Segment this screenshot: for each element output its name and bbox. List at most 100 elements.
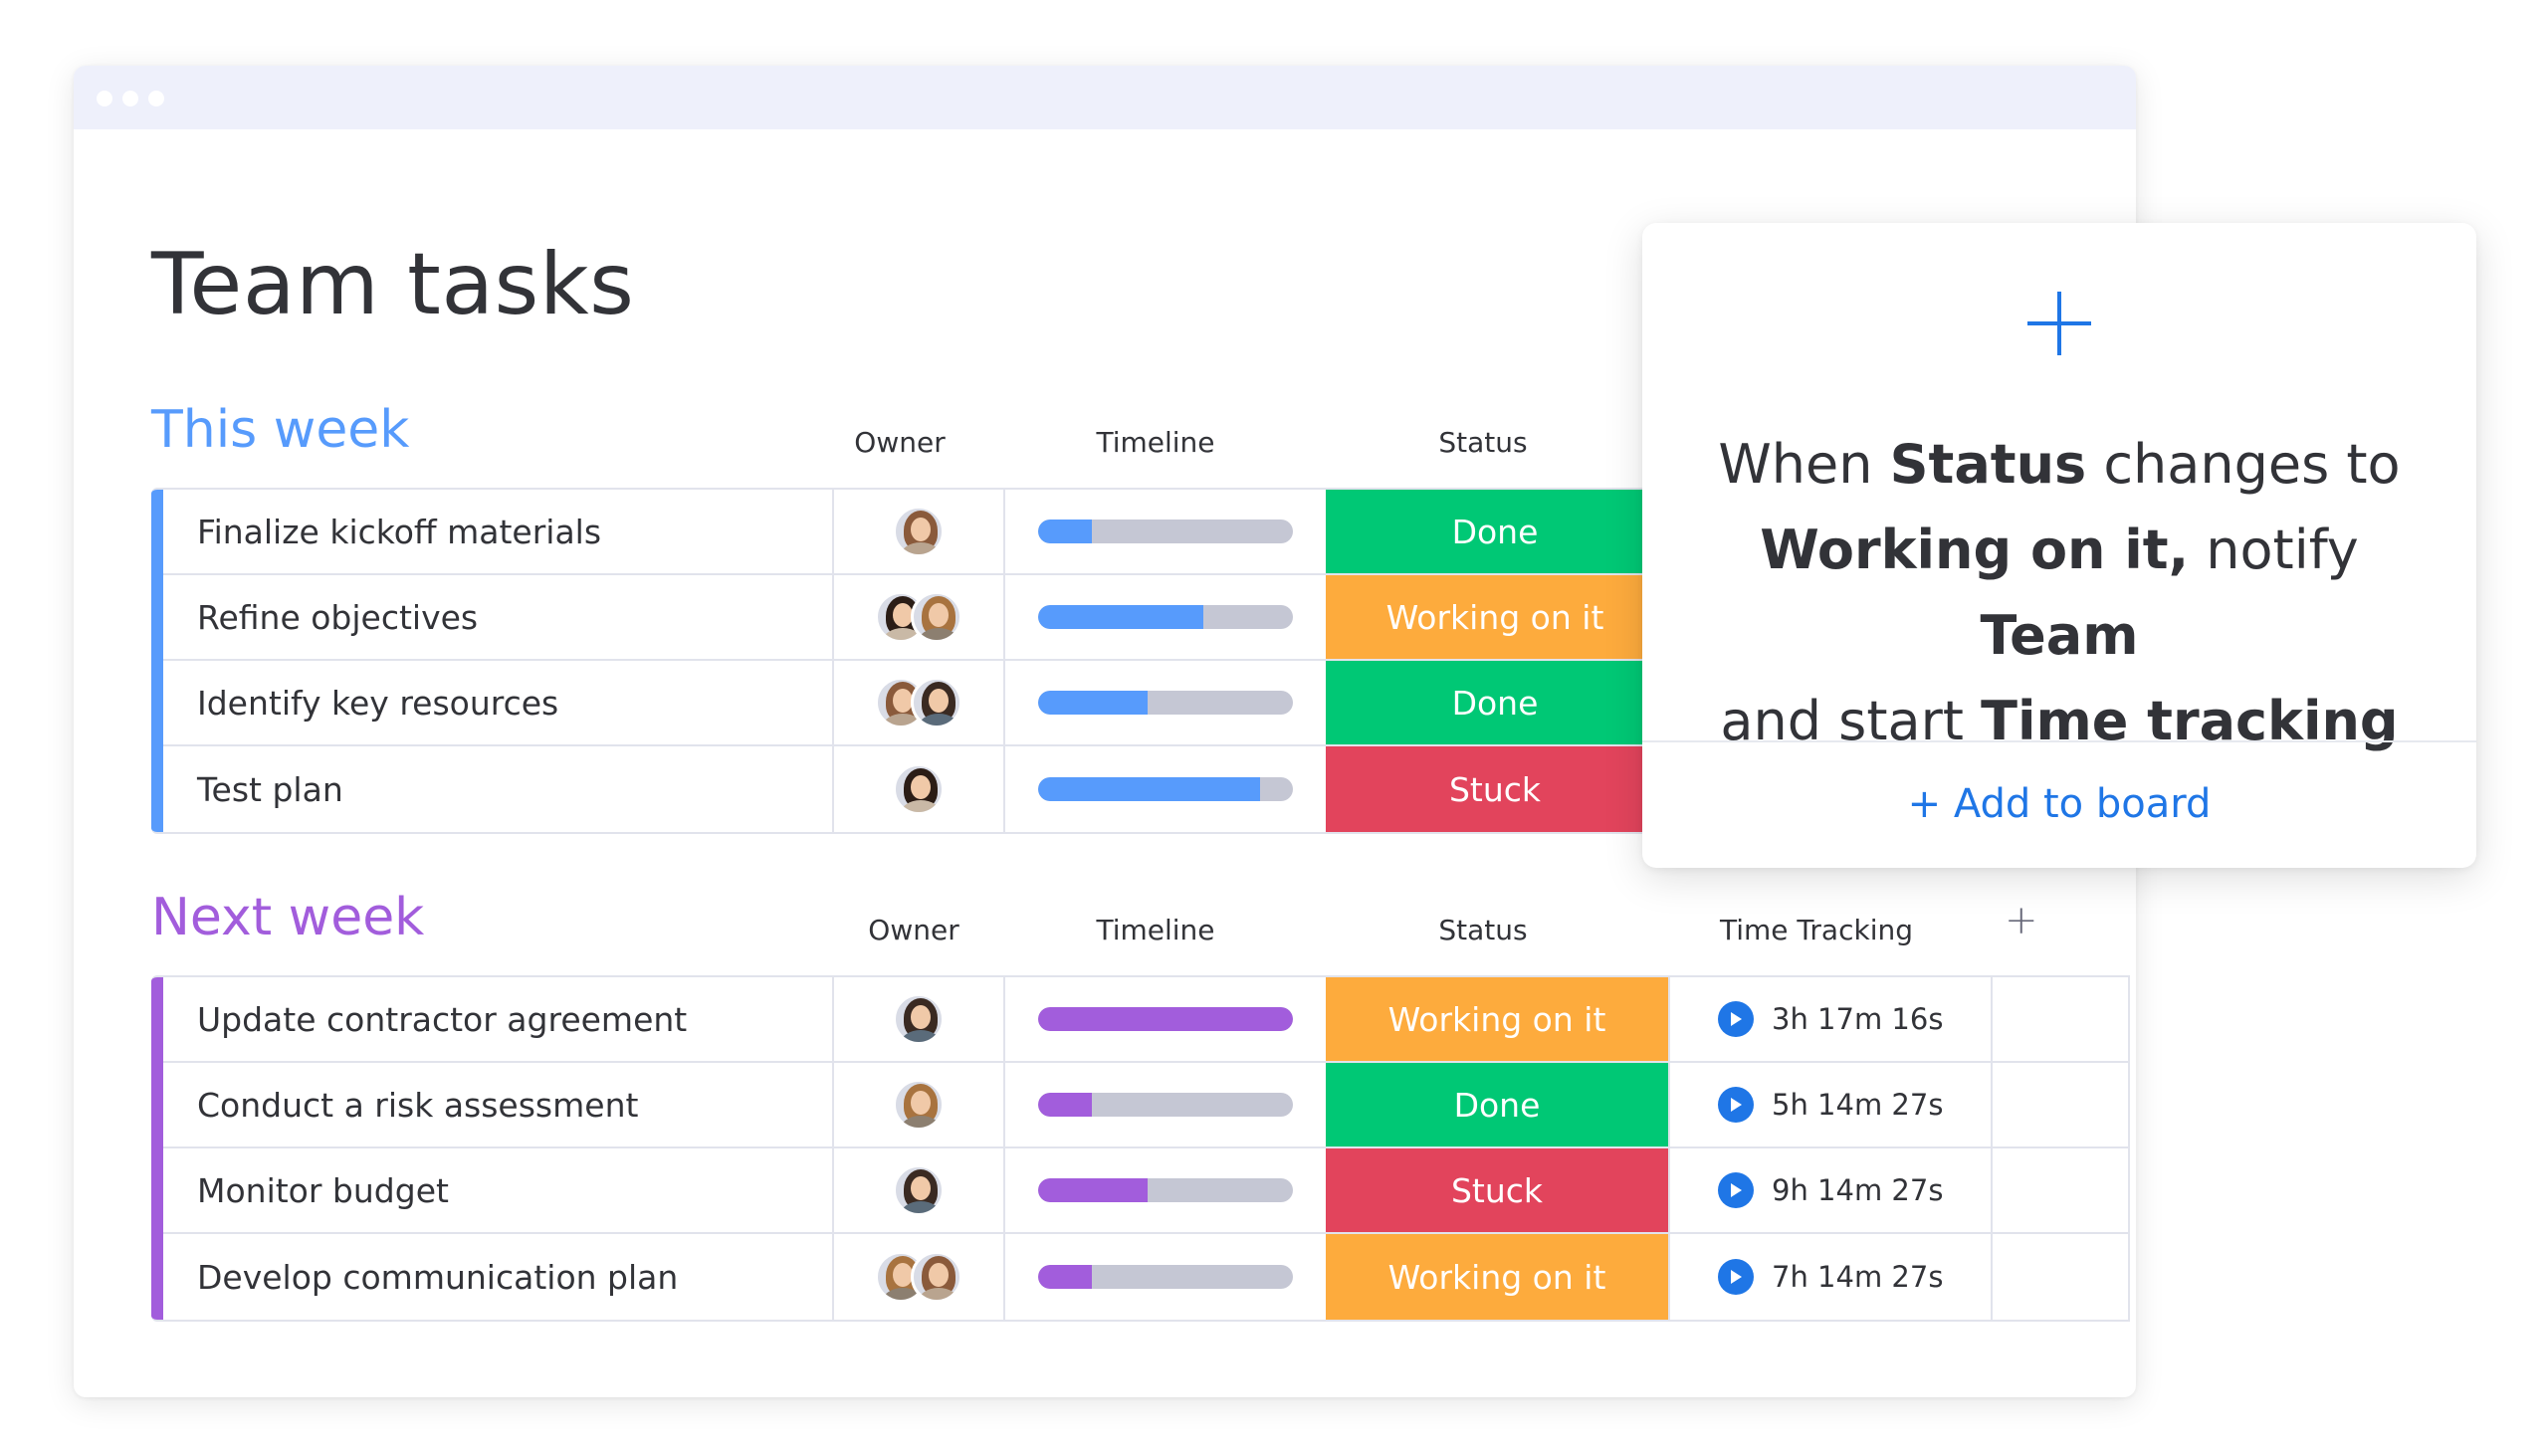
add-to-board-button[interactable]: + Add to board (1642, 740, 2476, 868)
time-tracking-cell[interactable]: 5h 14m 27s (1668, 1063, 1991, 1146)
group-table-next-week: Update contractor agreement Working on it… (151, 975, 2130, 1322)
timeline-cell[interactable] (1003, 1063, 1326, 1146)
play-icon[interactable] (1718, 1172, 1754, 1208)
group-title-next-week[interactable]: Next week (151, 888, 424, 947)
time-tracking-cell[interactable]: 9h 14m 27s (1668, 1148, 1991, 1232)
group-accent-bar (151, 490, 163, 832)
owner-cell[interactable] (832, 490, 1003, 573)
timeline-bar[interactable] (1038, 1265, 1293, 1289)
timeline-bar[interactable] (1038, 777, 1293, 801)
status-badge[interactable]: Done (1326, 1063, 1668, 1146)
avatar[interactable] (911, 1251, 962, 1303)
column-header-time-tracking[interactable]: Time Tracking (1654, 914, 1979, 946)
status-badge[interactable]: Done (1326, 661, 1662, 744)
column-header-status[interactable]: Status (1328, 426, 1638, 459)
column-header-timeline[interactable]: Timeline (1001, 426, 1310, 459)
play-icon[interactable] (1718, 1087, 1754, 1123)
owner-cell[interactable] (832, 575, 1003, 659)
avatar[interactable] (893, 1079, 945, 1131)
empty-cell[interactable] (1991, 1234, 2128, 1320)
timeline-fill (1038, 777, 1260, 801)
group-title-this-week[interactable]: This week (151, 400, 409, 460)
timeline-cell[interactable] (1003, 575, 1326, 659)
timeline-cell[interactable] (1003, 661, 1326, 744)
timeline-fill (1038, 520, 1092, 543)
empty-cell[interactable] (1991, 977, 2128, 1061)
status-badge[interactable]: Stuck (1326, 746, 1662, 832)
task-name[interactable]: Update contractor agreement (197, 977, 687, 1061)
avatar[interactable] (893, 506, 945, 557)
timeline-fill (1038, 605, 1204, 629)
task-name[interactable]: Monitor budget (197, 1148, 449, 1232)
task-name[interactable]: Test plan (197, 746, 343, 832)
owner-cell[interactable] (832, 1148, 1003, 1232)
avatar[interactable] (911, 677, 962, 728)
avatar[interactable] (893, 993, 945, 1045)
timeline-bar[interactable] (1038, 691, 1293, 715)
timeline-bar[interactable] (1038, 1007, 1293, 1031)
window-dot-icon (122, 91, 138, 106)
timeline-bar[interactable] (1038, 605, 1293, 629)
table-row[interactable]: Conduct a risk assessment Done 5h 14m 27s (163, 1063, 2128, 1148)
task-name[interactable]: Develop communication plan (197, 1234, 678, 1320)
column-header-owner[interactable]: Owner (850, 426, 950, 459)
task-name[interactable]: Identify key resources (197, 661, 558, 744)
timeline-cell[interactable] (1003, 1148, 1326, 1232)
table-row[interactable]: Update contractor agreement Working on it… (163, 977, 2128, 1063)
avatar[interactable] (893, 1164, 945, 1216)
table-row[interactable]: Identify key resources Done (163, 661, 1662, 746)
status-badge[interactable]: Done (1326, 490, 1662, 573)
task-name[interactable]: Conduct a risk assessment (197, 1063, 638, 1146)
status-badge[interactable]: Working on it (1326, 575, 1662, 659)
timeline-bar[interactable] (1038, 520, 1293, 543)
recipe-text: notify (2189, 519, 2359, 581)
column-header-timeline[interactable]: Timeline (1001, 914, 1310, 946)
play-icon[interactable] (1718, 1001, 1754, 1037)
timeline-cell[interactable] (1003, 1234, 1326, 1320)
task-name[interactable]: Finalize kickoff materials (197, 490, 601, 573)
time-value: 9h 14m 27s (1772, 1173, 1944, 1207)
add-column-plus-icon[interactable]: + (2005, 898, 2038, 943)
time-tracking-cell[interactable]: 7h 14m 27s (1668, 1234, 1991, 1320)
owner-cell[interactable] (832, 977, 1003, 1061)
avatar[interactable] (911, 591, 962, 643)
table-row[interactable]: Finalize kickoff materials Done (163, 490, 1662, 575)
column-header-owner[interactable]: Owner (850, 914, 977, 946)
recipe-keyword-working: Working on it, (1760, 519, 2190, 581)
window-titlebar (74, 66, 2136, 129)
avatar[interactable] (893, 763, 945, 815)
owner-cell[interactable] (832, 746, 1003, 832)
timeline-fill (1038, 691, 1149, 715)
empty-cell[interactable] (1991, 1063, 2128, 1146)
timeline-fill (1038, 1178, 1149, 1202)
time-tracking-cell[interactable]: 3h 17m 16s (1668, 977, 1991, 1061)
task-name[interactable]: Refine objectives (197, 575, 478, 659)
owner-cell[interactable] (832, 1063, 1003, 1146)
timeline-cell[interactable] (1003, 746, 1326, 832)
window-dot-icon (148, 91, 164, 106)
automation-card: When Status changes to Working on it, no… (1642, 223, 2476, 868)
timeline-cell[interactable] (1003, 977, 1326, 1061)
timeline-fill (1038, 1265, 1092, 1289)
timeline-bar[interactable] (1038, 1093, 1293, 1117)
column-header-status[interactable]: Status (1328, 914, 1638, 946)
window-dot-icon (97, 91, 112, 106)
status-badge[interactable]: Stuck (1326, 1148, 1668, 1232)
table-row[interactable]: Monitor budget Stuck 9h 14m 27s (163, 1148, 2128, 1234)
table-row[interactable]: Develop communication plan Working on it 7… (163, 1234, 2128, 1320)
recipe-text: When (1718, 433, 1890, 496)
timeline-bar[interactable] (1038, 1178, 1293, 1202)
table-row[interactable]: Test plan Stuck (163, 746, 1662, 832)
group-table-this-week: Finalize kickoff materials Done Refine obj… (151, 488, 1664, 834)
page-title: Team tasks (151, 235, 635, 334)
play-icon[interactable] (1718, 1259, 1754, 1295)
owner-cell[interactable] (832, 661, 1003, 744)
table-row[interactable]: Refine objectives Working on it (163, 575, 1662, 661)
stage: Team tasks This week Owner Timeline Stat… (0, 0, 2548, 1456)
time-value: 5h 14m 27s (1772, 1088, 1944, 1122)
empty-cell[interactable] (1991, 1148, 2128, 1232)
status-badge[interactable]: Working on it (1326, 1234, 1668, 1320)
owner-cell[interactable] (832, 1234, 1003, 1320)
timeline-cell[interactable] (1003, 490, 1326, 573)
status-badge[interactable]: Working on it (1326, 977, 1668, 1061)
